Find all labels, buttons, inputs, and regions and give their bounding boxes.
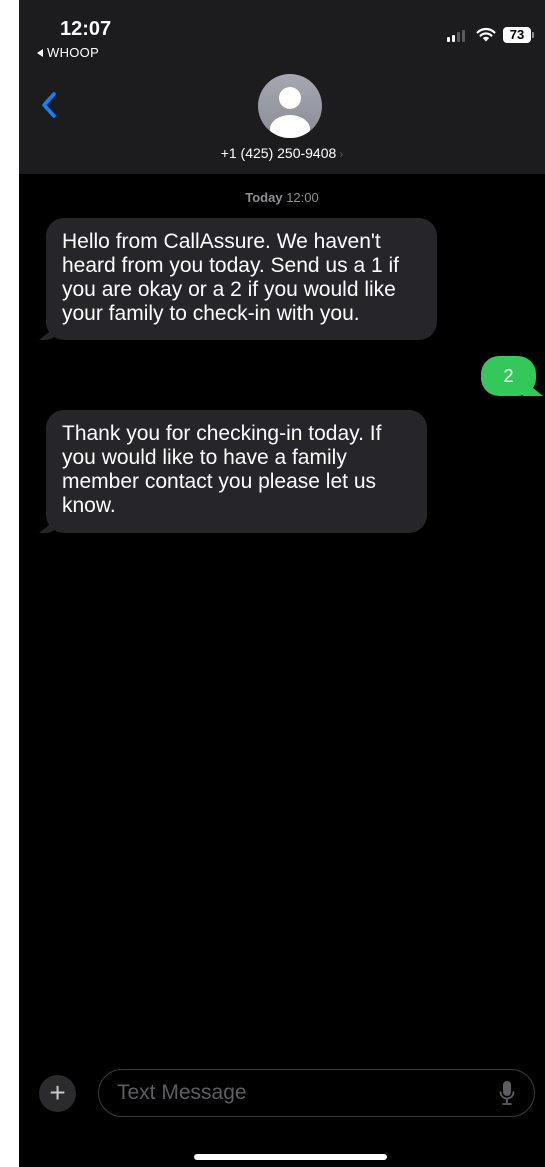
- outgoing-message-bubble[interactable]: 2: [481, 356, 536, 396]
- timestamp-day: Today: [245, 190, 283, 205]
- microphone-icon[interactable]: [499, 1080, 515, 1106]
- back-app-label: WHOOP: [47, 45, 100, 60]
- message-composer: [98, 1069, 535, 1117]
- chevron-left-icon[interactable]: [39, 90, 61, 120]
- contact-name-button[interactable]: +1 (425) 250-9408 ›: [19, 145, 545, 161]
- person-silhouette-icon: [270, 87, 310, 138]
- timestamp-time: 12:00: [286, 190, 319, 205]
- wifi-icon: [476, 27, 496, 42]
- battery-tip: [532, 32, 534, 38]
- chevron-right-icon: ›: [339, 147, 344, 161]
- status-time: 12:07: [60, 18, 112, 40]
- incoming-message-bubble[interactable]: Thank you for checking-in today. If you …: [46, 410, 427, 533]
- back-triangle-icon: [37, 49, 43, 57]
- home-indicator[interactable]: [194, 1154, 387, 1160]
- incoming-message-bubble[interactable]: Hello from CallAssure. We haven't heard …: [46, 218, 437, 340]
- contact-avatar[interactable]: [258, 74, 322, 138]
- battery-level: 73: [503, 27, 531, 43]
- back-to-app-link[interactable]: WHOOP: [37, 45, 99, 60]
- message-timestamp: Today 12:00: [19, 190, 545, 205]
- contact-phone-number: +1 (425) 250-9408: [220, 145, 337, 161]
- text-message-input[interactable]: [117, 1070, 487, 1115]
- cellular-signal-icon: [447, 30, 469, 42]
- add-attachment-button[interactable]: +: [39, 1075, 76, 1112]
- conversation-header: 12:07 WHOOP 73 +1 (425) 250-9408 ›: [19, 0, 545, 174]
- messages-screen: 12:07 WHOOP 73 +1 (425) 250-9408 › Today…: [19, 0, 545, 1167]
